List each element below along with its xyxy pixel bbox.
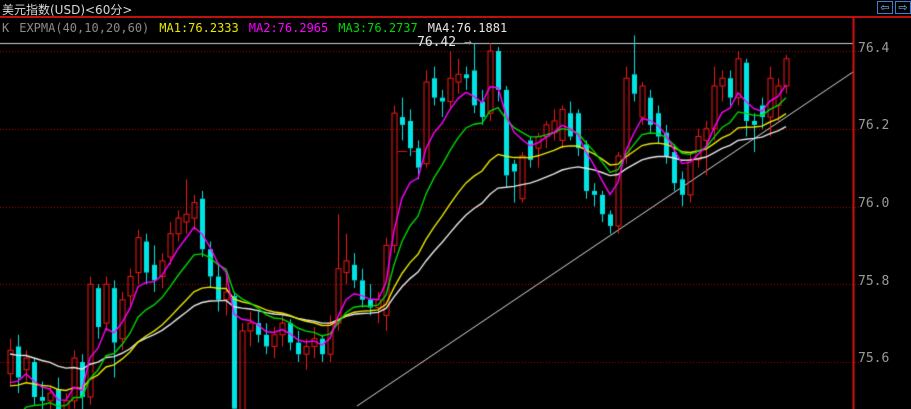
- ma2-value: MA2:76.2965: [248, 21, 329, 35]
- expma-label: EXPMA(40,10,20,60): [19, 21, 150, 35]
- k-line-label: K: [2, 21, 10, 35]
- y-axis-label-76-4: 76.4: [858, 41, 890, 56]
- ma4-value: MA4:76.1881: [427, 21, 508, 35]
- indicator-legend: K EXPMA(40,10,20,60) MA1:76.2333 MA2:76.…: [2, 21, 507, 35]
- high-price-marker: 76.42 →: [417, 35, 472, 50]
- y-axis-label-76-0: 76.0: [858, 196, 890, 211]
- ma1-value: MA1:76.2333: [159, 21, 239, 35]
- y-axis-label-75-8: 75.8: [858, 274, 890, 289]
- ma3-value: MA3:76.2737: [338, 21, 418, 35]
- scroll-right-button[interactable]: ⇨: [895, 1, 911, 14]
- nav-buttons: ⇦ ⇨: [877, 1, 911, 14]
- right-arrow-marker-icon: →: [463, 35, 472, 50]
- page-title: 美元指数(USD)<60分>: [2, 3, 133, 17]
- right-arrow-icon: ⇨: [898, 1, 908, 14]
- title-bar: 美元指数(USD)<60分>: [0, 0, 911, 18]
- price-chart-canvas[interactable]: [0, 0, 911, 409]
- y-axis-label-75-6: 75.6: [858, 351, 890, 366]
- scroll-left-button[interactable]: ⇦: [877, 1, 893, 14]
- high-price-label: 76.42: [417, 35, 457, 50]
- y-axis-label-76-2: 76.2: [858, 118, 890, 133]
- chart-window: 美元指数(USD)<60分> ⇦ ⇨ K EXPMA(40,10,20,60) …: [0, 0, 911, 409]
- left-arrow-icon: ⇦: [880, 1, 890, 14]
